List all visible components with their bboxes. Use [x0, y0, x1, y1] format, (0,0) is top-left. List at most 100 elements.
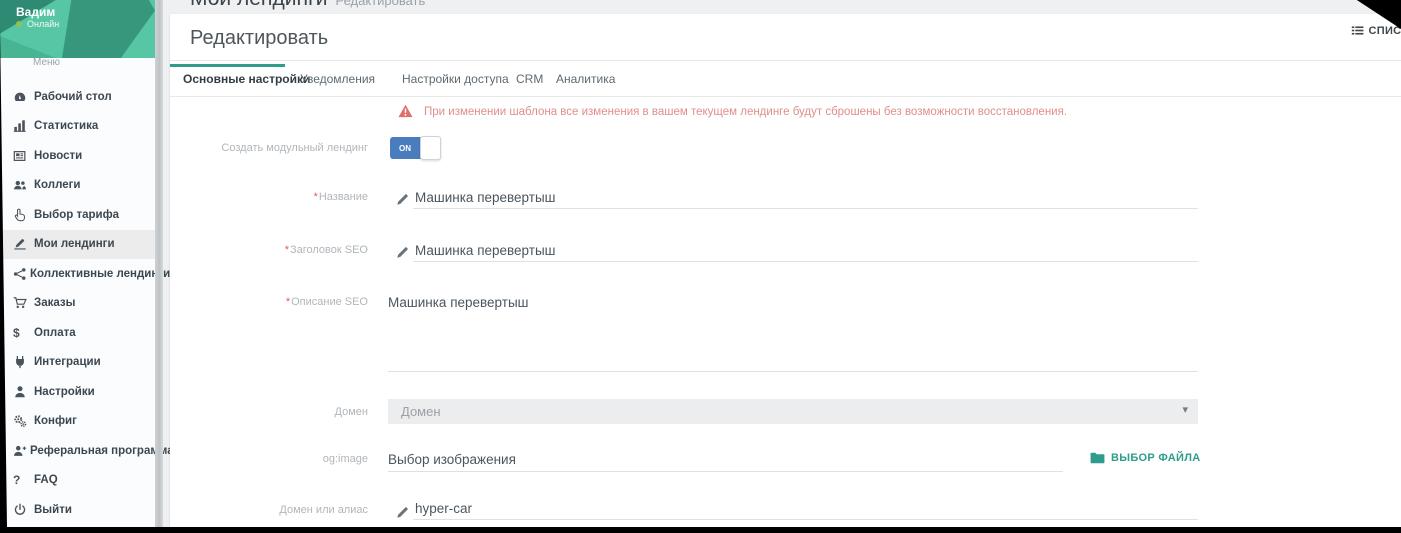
pencil-icon [396, 192, 410, 206]
newspaper-icon [13, 149, 31, 163]
bar-chart-icon [13, 119, 31, 133]
list-view-label: СПИСОК [1369, 25, 1401, 37]
sidebar-item-dashboard[interactable]: Рабочий стол [0, 82, 155, 112]
gears-icon [13, 414, 31, 428]
sidebar-item-settings[interactable]: Настройки [0, 377, 155, 407]
sidebar-item-collective-landings[interactable]: Коллективные лендинги [0, 259, 155, 289]
choose-file-label: ВЫБОР ФАЙЛА [1111, 452, 1201, 464]
sidebar-item-label: Интеграции [34, 356, 101, 368]
domain-label: Домен [170, 406, 368, 418]
screen-edge [0, 527, 1401, 533]
sidebar-item-config[interactable]: Конфиг [0, 407, 155, 437]
template-warning: При изменении шаблона все изменения в ва… [398, 104, 1067, 118]
name-label: Название [170, 191, 368, 203]
tab-crm[interactable]: CRM [516, 61, 543, 96]
module-toggle[interactable]: ON [390, 137, 440, 159]
menu-section-label: Меню [33, 57, 60, 68]
breadcrumb: Мои лендинги Редактировать [190, 0, 425, 11]
edit-card: Редактировать СПИСОК Основные настройки … [170, 14, 1401, 527]
user-name: Вадим [16, 5, 55, 19]
seo-description-label: Описание SEO [170, 296, 368, 308]
seo-title-label: Заголовок SEO [170, 244, 368, 256]
sidebar-item-label: Конфиг [34, 415, 77, 427]
sidebar-item-tariff[interactable]: Выбор тарифа [0, 200, 155, 230]
sidebar-menu: Рабочий стол Статистика Новости Коллеги … [0, 82, 155, 525]
choose-file-button[interactable]: ВЫБОР ФАЙЛА [1090, 452, 1201, 464]
sidebar-item-faq[interactable]: ? FAQ [0, 466, 155, 496]
tab-main-settings[interactable]: Основные настройки [183, 61, 310, 96]
list-icon [1351, 24, 1364, 37]
users-icon [13, 178, 31, 192]
plug-icon [13, 355, 31, 369]
toggle-knob [420, 136, 441, 160]
edit-icon [13, 237, 31, 251]
user-status-label: Онлайн [27, 19, 59, 29]
dollar-icon: $ [13, 326, 31, 340]
domain-alias-label: Домен или алиас [170, 504, 368, 516]
og-image-input[interactable]: Выбор изображения [388, 452, 516, 467]
card-title: Редактировать [190, 27, 328, 50]
sidebar-item-label: Реферальная программа [30, 445, 174, 457]
tab-notifications[interactable]: Уведомления [300, 61, 375, 96]
sidebar-item-label: Коллективные лендинги [30, 268, 170, 280]
page-subtitle: Редактировать [335, 0, 425, 8]
sidebar-item-label: Выбор тарифа [34, 209, 119, 221]
tab-bar: Основные настройки Уведомления Настройки… [170, 61, 1401, 96]
input-underline [413, 519, 1198, 520]
dashboard-icon [13, 90, 31, 104]
sidebar-item-payment[interactable]: $ Оплата [0, 318, 155, 348]
sidebar-item-news[interactable]: Новости [0, 141, 155, 171]
sidebar-item-label: Выйти [34, 504, 72, 516]
sidebar-item-label: Новости [34, 150, 82, 162]
toggle-on-label: ON [390, 137, 420, 159]
input-underline [388, 371, 1198, 372]
sidebar-item-stats[interactable]: Статистика [0, 112, 155, 142]
sidebar-scrollbar[interactable] [155, 0, 163, 527]
pencil-icon [396, 505, 410, 519]
folder-icon [1090, 452, 1105, 464]
tab-access-settings[interactable]: Настройки доступа [402, 61, 509, 96]
warning-icon [398, 104, 413, 118]
input-underline [413, 261, 1198, 262]
sidebar-item-colleagues[interactable]: Коллеги [0, 171, 155, 201]
cart-icon [13, 296, 31, 310]
chevron-down-icon: ▾ [1182, 403, 1188, 416]
user-icon [13, 385, 31, 399]
sidebar-item-label: FAQ [34, 474, 58, 486]
share-icon [13, 267, 27, 281]
question-icon: ? [13, 473, 31, 487]
page-title: Мои лендинги [190, 0, 327, 10]
seo-description-textarea[interactable]: Машинка перевертыш [388, 295, 528, 310]
sidebar-item-logout[interactable]: Выйти [0, 495, 155, 525]
sidebar-item-label: Мои лендинги [34, 238, 115, 250]
sidebar-item-label: Рабочий стол [34, 91, 112, 103]
sidebar-item-orders[interactable]: Заказы [0, 289, 155, 319]
input-underline [413, 208, 1198, 209]
domain-select-placeholder: Домен [401, 404, 441, 419]
domain-alias-input[interactable]: hyper-car [415, 501, 472, 516]
tab-analytics[interactable]: Аналитика [556, 61, 615, 96]
domain-select[interactable]: Домен ▾ [388, 399, 1198, 424]
sidebar-user-panel: Вадим Онлайн [0, 0, 155, 58]
sidebar: Вадим Онлайн Меню Рабочий стол Статистик… [0, 0, 155, 527]
power-icon [13, 503, 31, 517]
sidebar-item-integrations[interactable]: Интеграции [0, 348, 155, 378]
user-status: Онлайн [16, 19, 59, 29]
sidebar-item-label: Статистика [34, 120, 98, 132]
app-window: Мои лендинги Редактировать Вадим Онлайн М… [0, 0, 1401, 533]
sidebar-item-label: Заказы [34, 297, 75, 309]
sidebar-item-referral[interactable]: Реферальная программа [0, 436, 155, 466]
og-image-label: og:image [170, 453, 368, 465]
module-toggle-label: Создать модульный лендинг [170, 142, 368, 154]
name-input[interactable]: Машинка перевертыш [415, 190, 555, 205]
user-plus-icon [13, 444, 27, 458]
sidebar-item-my-landings[interactable]: Мои лендинги [0, 230, 155, 260]
seo-title-input[interactable]: Машинка перевертыш [415, 243, 555, 258]
list-view-button[interactable]: СПИСОК [1351, 24, 1401, 37]
input-underline [388, 471, 1063, 472]
sidebar-item-label: Настройки [34, 386, 95, 398]
pencil-icon [396, 245, 410, 259]
sidebar-item-label: Оплата [34, 327, 76, 339]
warning-text: При изменении шаблона все изменения в ва… [424, 104, 1067, 118]
hand-pointer-icon [13, 208, 31, 222]
